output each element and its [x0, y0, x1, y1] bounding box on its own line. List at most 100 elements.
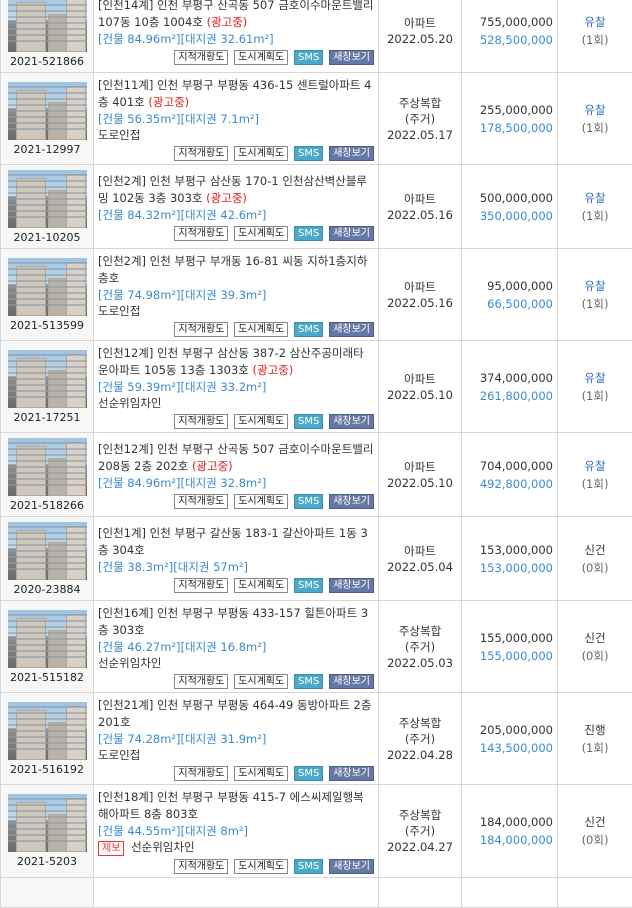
jijeok-map-button[interactable]: 지적개황도 — [174, 322, 228, 337]
sms-button[interactable]: SMS — [294, 146, 323, 161]
new-window-button[interactable]: 새창보기 — [329, 766, 374, 781]
city-plan-button[interactable]: 도시계획도 — [234, 859, 288, 874]
photo-cell[interactable]: 2021-513599 — [1, 249, 94, 341]
table-row[interactable]: 2021-518266 [인천12계] 인천 부평구 산곡동 507 금호이수마… — [1, 433, 632, 517]
listing-title-text[interactable]: [인천18계] 인천 부평구 부평동 415-7 에스씨제일행복해아파트 8층 … — [98, 790, 364, 821]
table-row[interactable]: 2021-12997 [인천11계] 인천 부평구 부평동 436-15 센트럴… — [1, 73, 632, 165]
photo-cell[interactable]: 2020-23884 — [1, 517, 94, 601]
case-number[interactable]: 2021-5203 — [1, 855, 93, 868]
case-number[interactable]: 2021-518266 — [1, 499, 93, 512]
city-plan-button[interactable]: 도시계획도 — [234, 766, 288, 781]
new-window-button[interactable]: 새창보기 — [329, 578, 374, 593]
table-row[interactable]: 2021-10205 [인천2계] 인천 부평구 삼산동 170-1 인천삼산벽… — [1, 165, 632, 249]
property-photo[interactable] — [8, 522, 87, 580]
city-plan-button[interactable]: 도시계획도 — [234, 674, 288, 689]
sms-button[interactable]: SMS — [294, 322, 323, 337]
jijeok-map-button[interactable]: 지적개황도 — [174, 226, 228, 241]
property-photo[interactable] — [8, 170, 87, 228]
case-number[interactable]: 2021-12997 — [1, 143, 93, 156]
sms-button[interactable]: SMS — [294, 226, 323, 241]
city-plan-button[interactable]: 도시계획도 — [234, 322, 288, 337]
property-photo[interactable] — [8, 0, 87, 52]
jijeok-map-button[interactable]: 지적개황도 — [174, 766, 228, 781]
jijeok-map-button[interactable]: 지적개황도 — [174, 146, 228, 161]
case-number[interactable]: 2021-515182 — [1, 671, 93, 684]
city-plan-button[interactable]: 도시계획도 — [234, 414, 288, 429]
listing-title[interactable]: [인천14계] 인천 부평구 산곡동 507 금호이수마운트밸리 107동 10… — [98, 0, 374, 31]
table-row[interactable]: 2021-513599 [인천2계] 인천 부평구 부개동 16-81 씨동 지… — [1, 249, 632, 341]
case-number[interactable]: 2021-516192 — [1, 763, 93, 776]
listing-title-text[interactable]: [인천21계] 인천 부평구 부평동 464-49 동방아파트 2층 201호 — [98, 698, 371, 729]
listing-title-text[interactable]: [인천2계] 인천 부평구 부개동 16-81 씨동 지하1층지하층호 — [98, 254, 367, 285]
new-window-button[interactable]: 새창보기 — [329, 859, 374, 874]
photo-cell[interactable]: 2021-515182 — [1, 601, 94, 693]
fail-count: (0회) — [558, 559, 632, 577]
new-window-button[interactable]: 새창보기 — [329, 50, 374, 65]
ad-badge: (광고중) — [192, 459, 233, 473]
city-plan-button[interactable]: 도시계획도 — [234, 146, 288, 161]
table-row[interactable]: 2021-515182 [인천16계] 인천 부평구 부평동 433-157 힐… — [1, 601, 632, 693]
new-window-button[interactable]: 새창보기 — [329, 674, 374, 689]
table-row[interactable]: 2021-17251 [인천12계] 인천 부평구 삼산동 387-2 삼산주공… — [1, 341, 632, 433]
listing-title-text[interactable]: [인천11계] 인천 부평구 부평동 436-15 센트럴아파트 4층 401호 — [98, 78, 371, 109]
photo-cell[interactable]: 2021-12997 — [1, 73, 94, 165]
property-photo[interactable] — [8, 438, 87, 496]
listing-title-text[interactable]: [인천16계] 인천 부평구 부평동 433-157 힐튼아파트 3층 303호 — [98, 606, 368, 637]
property-photo[interactable] — [8, 794, 87, 852]
photo-cell[interactable]: 2021-518266 — [1, 433, 94, 517]
sms-button[interactable]: SMS — [294, 494, 323, 509]
sms-button[interactable]: SMS — [294, 578, 323, 593]
sms-button[interactable]: SMS — [294, 766, 323, 781]
new-window-button[interactable]: 새창보기 — [329, 226, 374, 241]
new-window-button[interactable]: 새창보기 — [329, 414, 374, 429]
jijeok-map-button[interactable]: 지적개황도 — [174, 414, 228, 429]
jijeok-map-button[interactable]: 지적개황도 — [174, 50, 228, 65]
jijeok-map-button[interactable]: 지적개황도 — [174, 578, 228, 593]
case-number[interactable]: 2021-17251 — [1, 411, 93, 424]
property-photo[interactable] — [8, 258, 87, 316]
listing-title-text[interactable]: [인천12계] 인천 부평구 산곡동 507 금호이수마운트밸리 208동 2층… — [98, 442, 373, 473]
photo-cell[interactable]: 2021-516192 — [1, 693, 94, 785]
listing-title[interactable]: [인천2계] 인천 부평구 삼산동 170-1 인천삼산벽산블루밍 102동 3… — [98, 173, 374, 207]
table-row[interactable]: 2020-23884 [인천1계] 인천 부평구 갈산동 183-1 갈산아파트… — [1, 517, 632, 601]
listing-title-text[interactable]: [인천12계] 인천 부평구 삼산동 387-2 삼산주공미래타운아파트 105… — [98, 346, 364, 377]
jijeok-map-button[interactable]: 지적개황도 — [174, 859, 228, 874]
property-photo[interactable] — [8, 610, 87, 668]
new-window-button[interactable]: 새창보기 — [329, 322, 374, 337]
listing-title[interactable]: [인천1계] 인천 부평구 갈산동 183-1 갈산아파트 1동 3층 304호 — [98, 525, 374, 559]
property-photo[interactable] — [8, 702, 87, 760]
photo-cell[interactable]: 2021-521866 — [1, 0, 94, 73]
case-number[interactable]: 2021-10205 — [1, 231, 93, 244]
new-window-button[interactable]: 새창보기 — [329, 146, 374, 161]
photo-cell[interactable]: 2021-17251 — [1, 341, 94, 433]
table-row[interactable]: 2021-5203 [인천18계] 인천 부평구 부평동 415-7 에스씨제일… — [1, 785, 632, 878]
new-window-button[interactable]: 새창보기 — [329, 494, 374, 509]
property-photo[interactable] — [8, 82, 87, 140]
jijeok-map-button[interactable]: 지적개황도 — [174, 494, 228, 509]
photo-cell[interactable]: 2021-5203 — [1, 785, 94, 878]
listing-title[interactable]: [인천18계] 인천 부평구 부평동 415-7 에스씨제일행복해아파트 8층 … — [98, 789, 374, 823]
listing-title[interactable]: [인천21계] 인천 부평구 부평동 464-49 동방아파트 2층 201호 — [98, 697, 374, 731]
case-number[interactable]: 2020-23884 — [1, 583, 93, 596]
case-number[interactable]: 2021-521866 — [1, 55, 93, 68]
city-plan-button[interactable]: 도시계획도 — [234, 578, 288, 593]
listing-title[interactable]: [인천16계] 인천 부평구 부평동 433-157 힐튼아파트 3층 303호 — [98, 605, 374, 639]
city-plan-button[interactable]: 도시계획도 — [234, 226, 288, 241]
city-plan-button[interactable]: 도시계획도 — [234, 50, 288, 65]
sms-button[interactable]: SMS — [294, 50, 323, 65]
photo-cell[interactable]: 2021-10205 — [1, 165, 94, 249]
listing-title[interactable]: [인천2계] 인천 부평구 부개동 16-81 씨동 지하1층지하층호 — [98, 253, 374, 287]
sms-button[interactable]: SMS — [294, 414, 323, 429]
listing-title[interactable]: [인천12계] 인천 부평구 삼산동 387-2 삼산주공미래타운아파트 105… — [98, 345, 374, 379]
sms-button[interactable]: SMS — [294, 674, 323, 689]
city-plan-button[interactable]: 도시계획도 — [234, 494, 288, 509]
sms-button[interactable]: SMS — [294, 859, 323, 874]
table-row[interactable]: 2021-516192 [인천21계] 인천 부평구 부평동 464-49 동방… — [1, 693, 632, 785]
table-row[interactable]: 2021-521866 [인천14계] 인천 부평구 산곡동 507 금호이수마… — [1, 0, 632, 73]
property-photo[interactable] — [8, 350, 87, 408]
listing-title-text[interactable]: [인천1계] 인천 부평구 갈산동 183-1 갈산아파트 1동 3층 304호 — [98, 526, 368, 557]
jijeok-map-button[interactable]: 지적개황도 — [174, 674, 228, 689]
case-number[interactable]: 2021-513599 — [1, 319, 93, 332]
listing-title[interactable]: [인천11계] 인천 부평구 부평동 436-15 센트럴아파트 4층 401호… — [98, 77, 374, 111]
listing-title[interactable]: [인천12계] 인천 부평구 산곡동 507 금호이수마운트밸리 208동 2층… — [98, 441, 374, 475]
